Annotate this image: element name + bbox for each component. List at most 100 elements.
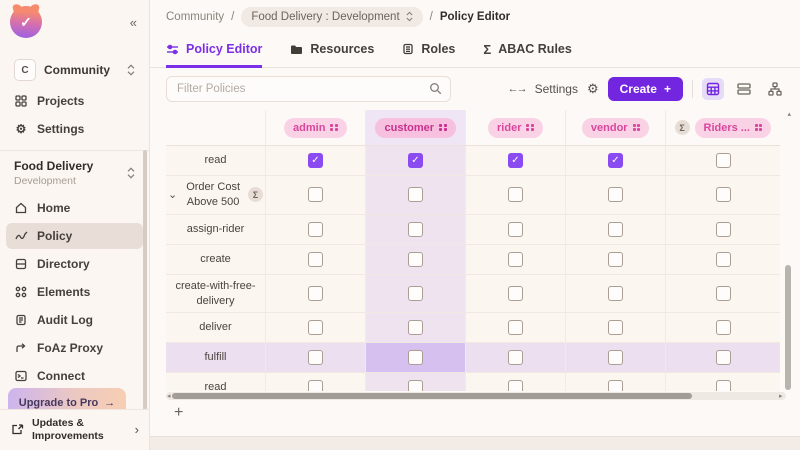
tab-abac-rules[interactable]: Σ ABAC Rules (483, 33, 571, 68)
permission-checkbox[interactable] (608, 350, 623, 365)
role-pill[interactable]: rider (488, 118, 543, 138)
permission-cell (566, 373, 666, 391)
permission-checkbox[interactable] (608, 252, 623, 267)
permission-checkbox[interactable] (308, 350, 323, 365)
filter-policies-field[interactable] (166, 76, 451, 102)
breadcrumb-root[interactable]: Community (166, 11, 224, 23)
permission-checkbox[interactable]: ✓ (508, 153, 523, 168)
permission-checkbox[interactable] (508, 320, 523, 335)
permission-checkbox[interactable] (716, 380, 731, 391)
role-pill[interactable]: vendor (582, 118, 649, 138)
horizontal-scrollbar[interactable] (166, 392, 786, 400)
project-selector[interactable]: Food Delivery Development (8, 157, 141, 189)
role-pill[interactable]: admin (284, 118, 347, 138)
permission-checkbox[interactable] (716, 153, 731, 168)
permission-checkbox[interactable] (308, 286, 323, 301)
permission-checkbox[interactable] (308, 222, 323, 237)
add-policy-button[interactable]: + (168, 403, 188, 423)
permission-cell (466, 215, 566, 244)
permission-checkbox[interactable] (508, 380, 523, 391)
matrix-row: read (166, 373, 780, 391)
role-header-cell: rider (466, 110, 566, 145)
permission-checkbox[interactable] (608, 222, 623, 237)
resize-columns-icon[interactable]: ←→ (508, 83, 526, 95)
permission-checkbox[interactable] (508, 187, 523, 202)
permission-checkbox[interactable] (308, 380, 323, 391)
permission-checkbox[interactable]: ✓ (408, 153, 423, 168)
sidebar-item-projects[interactable]: Projects (6, 88, 143, 114)
permission-checkbox[interactable] (508, 286, 523, 301)
permission-checkbox[interactable] (408, 350, 423, 365)
role-grid-icon (633, 124, 641, 132)
chevron-down-icon[interactable]: ⌄ (168, 188, 177, 201)
toolbar: ←→ Settings ⚙ Create + (150, 68, 800, 109)
permission-cell (266, 343, 366, 372)
sidebar-item-label: Audit Log (37, 313, 93, 327)
scroll-right-arrow-icon[interactable]: ▸ (779, 392, 783, 401)
view-graph-button[interactable] (764, 78, 786, 100)
sidebar-item-elements[interactable]: Elements (6, 279, 143, 305)
role-pill[interactable]: Riders ... (695, 118, 772, 138)
sidebar-item-audit-log[interactable]: Audit Log (6, 307, 143, 333)
permission-cell (366, 245, 466, 274)
gear-icon[interactable]: ⚙ (587, 81, 599, 97)
permission-cell (366, 275, 466, 313)
role-grid-icon (755, 124, 763, 132)
permission-checkbox[interactable] (716, 222, 731, 237)
scroll-left-arrow-icon[interactable]: ◂ (167, 392, 171, 401)
tab-resources[interactable]: Resources (290, 33, 374, 68)
permission-checkbox[interactable] (608, 320, 623, 335)
sidebar-item-foaz-proxy[interactable]: FoAz Proxy (6, 335, 143, 361)
view-table-button[interactable] (702, 78, 724, 100)
sidebar-item-policy[interactable]: Policy (6, 223, 143, 249)
permission-checkbox[interactable] (408, 222, 423, 237)
policy-matrix: admincustomerridervendorΣRiders ...read✓… (166, 110, 780, 391)
permission-checkbox[interactable] (308, 187, 323, 202)
permission-checkbox[interactable] (716, 187, 731, 202)
tab-policy-editor[interactable]: Policy Editor (166, 33, 262, 68)
permission-checkbox[interactable] (308, 320, 323, 335)
sidebar-scrollbar[interactable] (143, 150, 147, 422)
permission-checkbox[interactable] (716, 252, 731, 267)
breadcrumb-project-env-selector[interactable]: Food Delivery : Development (241, 7, 422, 27)
view-list-button[interactable] (733, 78, 755, 100)
sidebar-item-updates[interactable]: Updates & Improvements › (0, 409, 149, 450)
permission-checkbox[interactable] (408, 380, 423, 391)
permission-checkbox[interactable] (508, 222, 523, 237)
permission-checkbox[interactable] (508, 252, 523, 267)
permission-checkbox[interactable] (408, 187, 423, 202)
permission-checkbox[interactable] (408, 320, 423, 335)
table-view-icon (706, 82, 720, 96)
permission-checkbox[interactable] (608, 380, 623, 391)
gear-icon: ⚙ (14, 122, 28, 136)
settings-button[interactable]: Settings (535, 82, 578, 96)
sidebar-item-directory[interactable]: Directory (6, 251, 143, 277)
permission-checkbox[interactable]: ✓ (308, 153, 323, 168)
permission-checkbox[interactable] (408, 286, 423, 301)
permission-checkbox[interactable] (308, 252, 323, 267)
role-header-cell: vendor (566, 110, 666, 145)
sidebar-collapse-icon[interactable]: « (130, 15, 137, 30)
project-name: Food Delivery (14, 159, 127, 173)
permission-checkbox[interactable] (716, 320, 731, 335)
create-button[interactable]: Create + (608, 77, 683, 101)
filter-policies-input[interactable] (175, 82, 429, 96)
org-selector[interactable]: C Community (8, 54, 141, 86)
matrix-row: create (166, 245, 780, 275)
sidebar-item-settings[interactable]: ⚙ Settings (6, 116, 143, 142)
sidebar-item-home[interactable]: Home (6, 195, 143, 221)
vertical-scrollbar[interactable] (785, 112, 791, 390)
tab-bar: Policy Editor Resources Roles Σ ABAC Rul… (150, 33, 800, 68)
permission-checkbox[interactable] (608, 286, 623, 301)
permission-checkbox[interactable] (716, 286, 731, 301)
permission-checkbox[interactable] (508, 350, 523, 365)
sidebar-item-connect[interactable]: Connect (6, 363, 143, 389)
role-pill[interactable]: customer (375, 118, 455, 138)
permission-checkbox[interactable] (608, 187, 623, 202)
permission-checkbox[interactable]: ✓ (608, 153, 623, 168)
tab-roles[interactable]: Roles (402, 33, 455, 68)
permission-checkbox[interactable] (716, 350, 731, 365)
permission-checkbox[interactable] (408, 252, 423, 267)
list-view-icon (737, 83, 751, 95)
action-label: Order Cost Above 500 (183, 180, 243, 210)
